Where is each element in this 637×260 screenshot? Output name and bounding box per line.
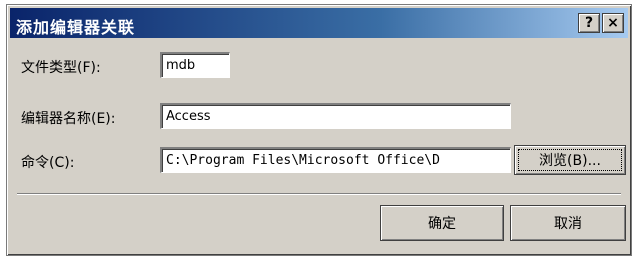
editor-name-input[interactable]: Access <box>160 103 511 129</box>
dialog-title: 添加编辑器关联 <box>16 18 136 37</box>
help-button[interactable]: ? <box>578 13 600 33</box>
command-input[interactable]: C:\Program Files\Microsoft Office\D <box>160 147 511 173</box>
close-icon: × <box>607 15 619 31</box>
cancel-button[interactable]: 取消 <box>510 205 626 241</box>
title-bar[interactable]: 添加编辑器关联 ? × <box>10 8 628 38</box>
help-icon: ? <box>584 15 594 31</box>
add-editor-association-dialog: 添加编辑器关联 ? × 文件类型(F): mdb 编辑器名称(E): Acces… <box>6 4 632 256</box>
button-divider <box>17 193 621 195</box>
close-button[interactable]: × <box>602 13 624 33</box>
browse-button[interactable]: 浏览(B)... <box>514 145 626 175</box>
ok-button-label: 确定 <box>428 216 456 232</box>
browse-button-label: 浏览(B)... <box>539 153 601 169</box>
ok-button[interactable]: 确定 <box>380 205 504 241</box>
command-label: 命令(C): <box>21 155 75 171</box>
cancel-button-label: 取消 <box>554 216 582 232</box>
filetype-label: 文件类型(F): <box>21 60 101 76</box>
filetype-input[interactable]: mdb <box>160 52 230 78</box>
editor-name-label: 编辑器名称(E): <box>21 111 116 127</box>
